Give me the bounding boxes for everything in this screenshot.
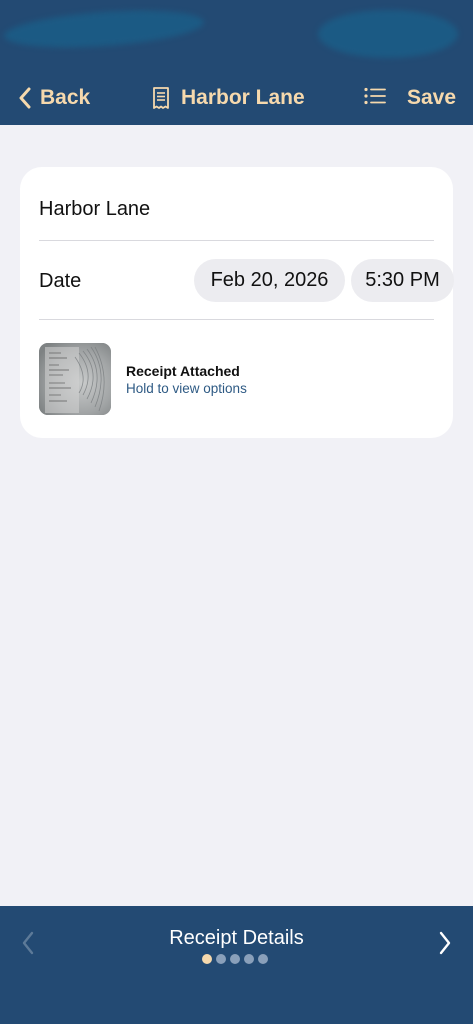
back-label: Back <box>40 86 91 109</box>
status-bar-redaction <box>3 5 205 53</box>
receipt-attachment[interactable]: Receipt Attached Hold to view options <box>39 343 434 415</box>
page-dot[interactable] <box>244 954 254 964</box>
list-icon <box>364 87 386 110</box>
receipt-status-label: Receipt Attached <box>126 363 240 379</box>
receipt-hint-text: Hold to view options <box>126 381 247 396</box>
divider <box>39 319 434 320</box>
merchant-name-field[interactable]: Harbor Lane <box>39 189 434 229</box>
next-page-button[interactable] <box>430 930 460 960</box>
page-dot[interactable] <box>216 954 226 964</box>
page-title: Harbor Lane <box>150 84 305 112</box>
chevron-left-icon <box>14 84 36 112</box>
page-indicator <box>202 954 268 964</box>
list-button[interactable] <box>362 86 388 110</box>
section-title: Receipt Details <box>169 927 304 949</box>
date-row: Date Feb 20, 2026 5:30 PM <box>39 259 454 303</box>
nav-row: Back Harbor Lane Save <box>0 76 473 120</box>
chevron-right-icon <box>438 931 452 960</box>
date-picker[interactable]: Feb 20, 2026 <box>194 259 345 302</box>
time-picker[interactable]: 5:30 PM <box>351 259 454 302</box>
page-dot[interactable] <box>202 954 212 964</box>
divider <box>39 240 434 241</box>
date-label: Date <box>39 269 82 292</box>
navigation-bar: Back Harbor Lane Save <box>0 0 473 125</box>
receipt-icon <box>150 84 172 112</box>
receipt-card: Harbor Lane Date Feb 20, 2026 5:30 PM Re… <box>20 167 454 438</box>
back-button[interactable]: Back <box>14 84 90 112</box>
page-dot[interactable] <box>258 954 268 964</box>
save-button[interactable]: Save <box>407 84 456 112</box>
bottom-pager-bar: Receipt Details <box>0 906 473 1024</box>
receipt-thumbnail <box>39 343 111 415</box>
page-title-text: Harbor Lane <box>181 86 305 109</box>
status-bar-redaction <box>318 10 458 58</box>
page-dot[interactable] <box>230 954 240 964</box>
